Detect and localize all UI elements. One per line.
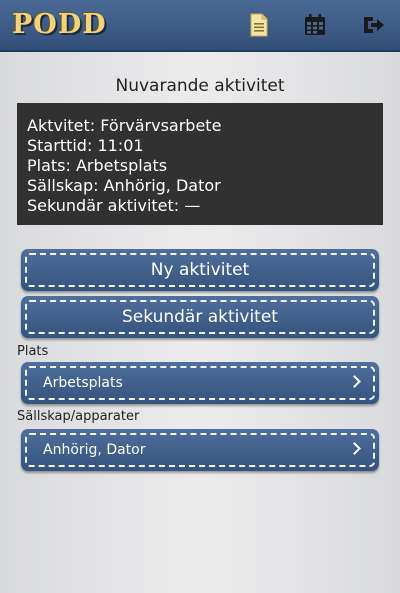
place-selector[interactable]: Arbetsplats — [21, 362, 379, 404]
current-activity-title: Nuvarande aktivitet — [115, 76, 285, 96]
chevron-right-icon — [348, 375, 361, 388]
secondary-activity-line: Sekundär aktivitet: — — [27, 196, 201, 215]
start-time-line: Starttid: 11:01 — [27, 136, 144, 155]
company-line: Sällskap: Anhörig, Dator — [27, 176, 221, 195]
place-line: Plats: Arbetsplats — [27, 156, 168, 175]
activity-line: Aktvitet: Förvärvsarbete — [27, 116, 222, 135]
company-label: Sällskap/apparater — [17, 409, 140, 424]
document-icon[interactable] — [247, 13, 271, 37]
place-label: Plats — [17, 344, 49, 359]
current-activity-box: Aktvitet: Förvärvsarbete Starttid: 11:01… — [17, 103, 383, 225]
chevron-right-icon — [348, 442, 361, 455]
exit-icon[interactable] — [361, 13, 385, 37]
company-value: Anhörig, Dator — [43, 442, 146, 458]
new-activity-button[interactable]: Ny aktivitet — [21, 249, 379, 291]
secondary-activity-button[interactable]: Sekundär aktivitet — [21, 296, 379, 338]
place-value: Arbetsplats — [43, 375, 123, 391]
company-selector[interactable]: Anhörig, Dator — [21, 429, 379, 471]
app-logo: PODD — [12, 9, 107, 40]
top-bar: PODD — [0, 0, 400, 52]
calendar-icon[interactable] — [303, 13, 327, 37]
